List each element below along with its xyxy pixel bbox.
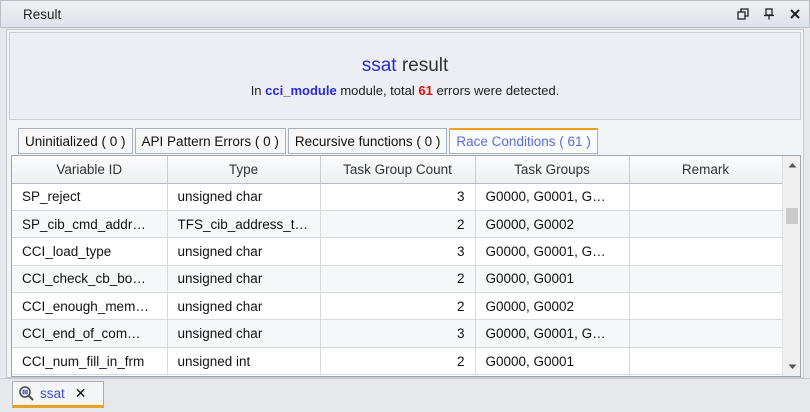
cell-remark xyxy=(629,183,783,211)
tool-name: ssat xyxy=(361,55,397,76)
cell-remark xyxy=(629,210,783,239)
window-title: Result xyxy=(23,6,62,22)
bottom-tab-strip: ssat ✕ xyxy=(0,378,810,412)
cell-type: unsigned char xyxy=(167,319,321,348)
result-header: ssat result In cci_module module, total … xyxy=(9,32,801,120)
summary-middle: module, total xyxy=(340,83,415,98)
window-controls xyxy=(733,5,805,23)
tab-race-conditions[interactable]: Race Conditions ( 61 ) xyxy=(449,128,598,154)
summary-suffix: errors were detected. xyxy=(436,83,560,98)
cell-remark xyxy=(629,265,783,294)
result-title: ssat result xyxy=(10,55,800,77)
cell-variable-id: CCI_enough_mem… xyxy=(12,292,168,321)
cell-task-groups: G0000, G0002 xyxy=(475,292,630,321)
module-name: cci_module xyxy=(265,83,337,98)
cell-variable-id: CCI_num_fill_in_frm xyxy=(12,347,168,376)
table-row[interactable]: CCI_end_of_com… unsigned char 3 G0000, G… xyxy=(12,319,783,348)
result-panel: ssat result In cci_module module, total … xyxy=(6,29,804,378)
window-titlebar: Result xyxy=(0,0,810,28)
cell-task-groups: G0000, G0001 xyxy=(475,347,630,376)
cell-task-group-count: 3 xyxy=(320,237,476,266)
cell-task-groups: G0000, G0001, G… xyxy=(475,183,630,211)
cell-type: unsigned char xyxy=(167,183,321,211)
cell-type: unsigned char xyxy=(167,292,321,321)
cell-type: TFS_cib_address_t… xyxy=(167,210,321,239)
cell-variable-id: SP_cib_cmd_addr… xyxy=(12,210,168,239)
scroll-up-icon[interactable] xyxy=(783,156,800,174)
cell-remark xyxy=(629,319,783,348)
table-row[interactable]: CCI_num_fill_in_frm unsigned int 2 G0000… xyxy=(12,347,783,376)
table-row[interactable]: SP_reject unsigned char 3 G0000, G0001, … xyxy=(12,183,783,211)
cell-variable-id: CCI_load_type xyxy=(12,237,168,266)
cell-type: unsigned char xyxy=(167,237,321,266)
race-conditions-table: Variable ID Type Task Group Count Task G… xyxy=(11,155,801,377)
cell-task-group-count: 2 xyxy=(320,210,476,239)
cell-type: unsigned int xyxy=(167,347,321,376)
cell-remark xyxy=(629,237,783,266)
column-header-type[interactable]: Type xyxy=(167,156,321,184)
close-icon[interactable] xyxy=(785,5,805,23)
column-header-remark[interactable]: Remark xyxy=(629,156,783,184)
tab-uninitialized[interactable]: Uninitialized ( 0 ) xyxy=(18,128,133,154)
cell-task-groups: G0000, G0001, G… xyxy=(475,237,630,266)
cell-type: unsigned char xyxy=(167,265,321,294)
cell-task-groups: G0000, G0001 xyxy=(475,265,630,294)
cell-task-groups: G0000, G0002 xyxy=(475,210,630,239)
scrollbar-thumb[interactable] xyxy=(786,208,798,224)
cell-task-group-count: 3 xyxy=(320,319,476,348)
ssat-result-tab[interactable]: ssat ✕ xyxy=(12,381,104,408)
cell-variable-id: CCI_check_cb_bo… xyxy=(12,265,168,294)
cell-task-group-count: 2 xyxy=(320,265,476,294)
cell-variable-id: CCI_end_of_com… xyxy=(12,319,168,348)
column-header-task-groups[interactable]: Task Groups xyxy=(475,156,630,184)
cell-task-groups: G0000, G0001, G… xyxy=(475,319,630,348)
column-header-task-group-count[interactable]: Task Group Count xyxy=(320,156,476,184)
title-suffix: result xyxy=(401,55,449,76)
tab-api-pattern-errors[interactable]: API Pattern Errors ( 0 ) xyxy=(134,128,286,154)
cell-task-group-count: 2 xyxy=(320,347,476,376)
restore-icon[interactable] xyxy=(733,5,753,23)
column-header-variable-id[interactable]: Variable ID xyxy=(12,156,168,184)
vertical-scrollbar[interactable] xyxy=(782,156,800,376)
cell-variable-id: SP_reject xyxy=(12,183,168,211)
result-summary: In cci_module module, total 61 errors we… xyxy=(10,83,800,98)
cell-task-group-count: 3 xyxy=(320,183,476,211)
search-icon xyxy=(18,385,35,402)
table-header-row: Variable ID Type Task Group Count Task G… xyxy=(12,156,783,184)
result-tabs: Uninitialized ( 0 ) API Pattern Errors (… xyxy=(18,128,598,155)
bottom-tab-label: ssat xyxy=(40,386,65,401)
tab-recursive-functions[interactable]: Recursive functions ( 0 ) xyxy=(287,128,448,154)
cell-remark xyxy=(629,347,783,376)
tab-close-icon[interactable]: ✕ xyxy=(75,385,87,402)
pin-icon[interactable] xyxy=(759,5,779,23)
table-row[interactable]: SP_cib_cmd_addr… TFS_cib_address_t… 2 G0… xyxy=(12,210,783,239)
scroll-down-icon[interactable] xyxy=(783,358,800,376)
summary-prefix: In xyxy=(250,83,262,98)
table-row[interactable]: CCI_load_type unsigned char 3 G0000, G00… xyxy=(12,237,783,266)
cell-task-group-count: 2 xyxy=(320,292,476,321)
table-row[interactable]: CCI_check_cb_bo… unsigned char 2 G0000, … xyxy=(12,265,783,294)
error-count: 61 xyxy=(418,83,433,98)
cell-remark xyxy=(629,292,783,321)
table-row[interactable]: CCI_enough_mem… unsigned char 2 G0000, G… xyxy=(12,292,783,321)
